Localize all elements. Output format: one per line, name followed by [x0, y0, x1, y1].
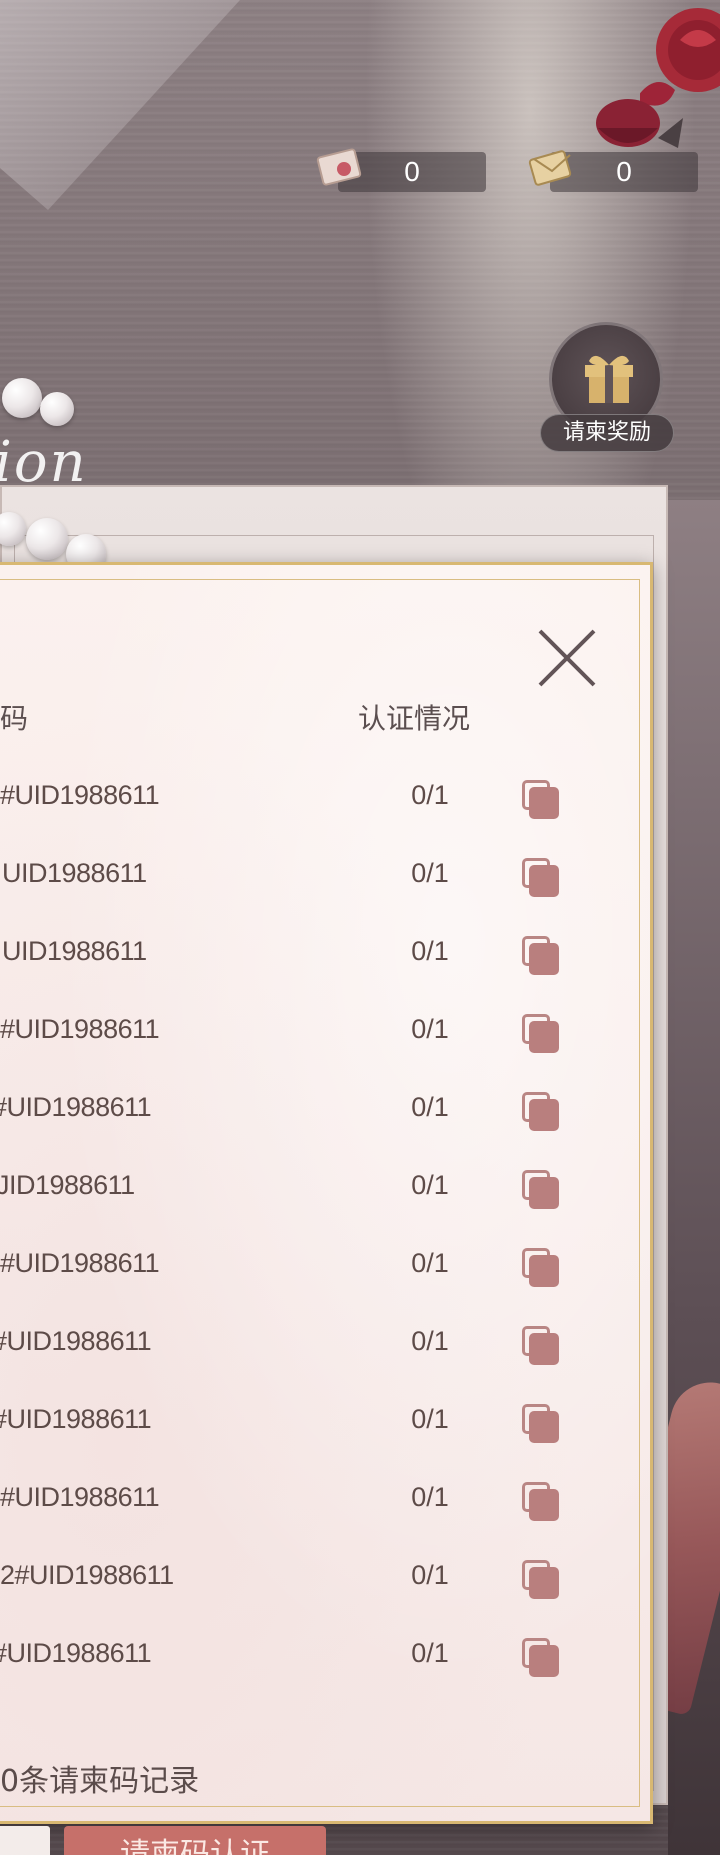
table-row: #UID1988611 0/1: [0, 1076, 720, 1154]
table-row: #UID1988611 0/1: [0, 1310, 720, 1388]
invitation-code: #UID1988611: [0, 1092, 152, 1122]
table-row: UID1988611 0/1: [0, 920, 720, 998]
certification-status: 0/1: [411, 1482, 449, 1512]
table-row: #UID1988611 0/1: [0, 1466, 720, 1544]
invitation-code: #UID1988611: [0, 780, 160, 810]
copy-icon-front: [529, 943, 559, 975]
table-row: JID1988611 0/1: [0, 1154, 720, 1232]
column-header-code: 码: [0, 702, 29, 735]
copy-button[interactable]: [522, 1560, 560, 1600]
invitation-code: #UID1988611: [0, 1482, 160, 1512]
copy-button[interactable]: [522, 1092, 560, 1132]
decorative-script-text: ion: [0, 430, 88, 495]
copy-icon-front: [529, 1489, 559, 1521]
certification-status: 0/1: [411, 780, 449, 810]
copy-button[interactable]: [522, 858, 560, 898]
copy-button[interactable]: [522, 1404, 560, 1444]
certification-status: 0/1: [411, 1092, 449, 1122]
invitation-code: JID1988611: [0, 1170, 135, 1200]
certification-status: 0/1: [411, 1404, 449, 1434]
column-header-status: 认证情况: [358, 702, 471, 735]
record-count-text: 0条请柬码记录: [0, 1764, 200, 1799]
copy-icon-front: [529, 1099, 559, 1131]
close-icon[interactable]: [536, 627, 598, 689]
copy-button[interactable]: [522, 1248, 560, 1288]
copy-button[interactable]: [522, 1170, 560, 1210]
secondary-button[interactable]: [0, 1826, 50, 1855]
certification-status: 0/1: [411, 936, 449, 966]
copy-icon-front: [529, 787, 559, 819]
copy-icon-front: [529, 1567, 559, 1599]
pearl-decoration: [2, 378, 42, 418]
invitation-code: #UID1988611: [0, 1638, 152, 1668]
table-row: #UID1988611 0/1: [0, 1388, 720, 1466]
letter-stamp-icon: [316, 148, 362, 186]
certification-status: 0/1: [411, 1170, 449, 1200]
invitation-code: 2#UID1988611: [0, 1560, 174, 1590]
certification-status: 0/1: [411, 1560, 449, 1590]
copy-button[interactable]: [522, 1638, 560, 1678]
invitation-code-verify-button[interactable]: 请柬码认证: [64, 1826, 326, 1855]
copy-icon-front: [529, 1411, 559, 1443]
copy-icon-front: [529, 1645, 559, 1677]
gift-box-icon: [585, 355, 633, 403]
certification-status: 0/1: [411, 1638, 449, 1668]
copy-icon-front: [529, 865, 559, 897]
copy-button[interactable]: [522, 1482, 560, 1522]
invitation-code: #UID1988611: [0, 1014, 160, 1044]
table-row: #UID1988611 0/1: [0, 1232, 720, 1310]
invitation-code: UID1988611: [2, 858, 147, 888]
table-row: #UID1988611 0/1: [0, 1622, 720, 1700]
table-row: UID1988611 0/1: [0, 842, 720, 920]
certification-status: 0/1: [411, 1326, 449, 1356]
copy-icon-front: [529, 1333, 559, 1365]
invitation-code: #UID1988611: [0, 1248, 160, 1278]
pearl-decoration: [26, 518, 68, 560]
copy-button[interactable]: [522, 936, 560, 976]
copy-icon-front: [529, 1021, 559, 1053]
envelope-gold-icon: [528, 150, 572, 186]
table-row: #UID1988611 0/1: [0, 998, 720, 1076]
pearl-decoration: [40, 392, 74, 426]
invitation-code: #UID1988611: [0, 1326, 152, 1356]
certification-status: 0/1: [411, 858, 449, 888]
certification-status: 0/1: [411, 1248, 449, 1278]
table-row: #UID1988611 0/1: [0, 764, 720, 842]
copy-button[interactable]: [522, 780, 560, 820]
invitation-code: UID1988611: [2, 936, 147, 966]
certification-status: 0/1: [411, 1014, 449, 1044]
invitation-code: #UID1988611: [0, 1404, 152, 1434]
invitation-reward-button[interactable]: 请柬奖励: [540, 318, 674, 458]
copy-button[interactable]: [522, 1014, 560, 1054]
table-row: 2#UID1988611 0/1: [0, 1544, 720, 1622]
copy-icon-front: [529, 1255, 559, 1287]
copy-icon-front: [529, 1177, 559, 1209]
copy-button[interactable]: [522, 1326, 560, 1366]
gift-button-label: 请柬奖励: [540, 414, 674, 452]
